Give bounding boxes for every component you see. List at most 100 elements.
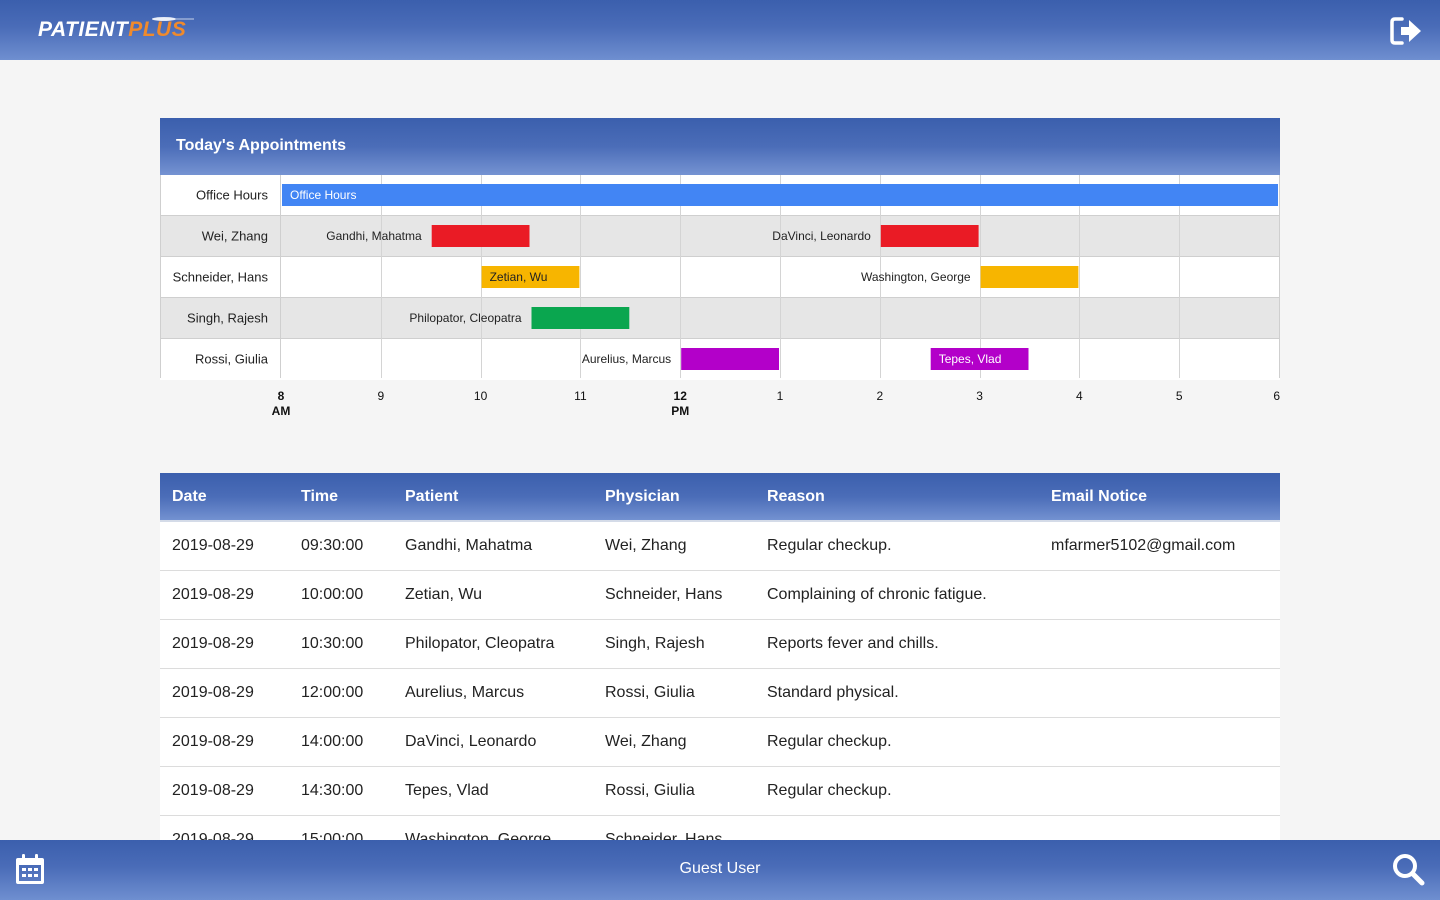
timeline-tick-label: 11 [574, 389, 587, 403]
cell-reason: Standard physical. [755, 668, 1039, 718]
appointment-bar[interactable] [880, 225, 979, 247]
appointment-bar-label: Office Hours [290, 188, 356, 202]
timeline-tick-label: 10 [474, 389, 488, 403]
appointments-table-container: Date Time Patient Physician Reason Email… [160, 473, 1280, 840]
cell-date: 2019-08-29 [160, 521, 289, 571]
cell-reason: Complaining of chronic fatigue. [755, 570, 1039, 620]
timeline-tick-label: 8 [278, 389, 285, 403]
column-header-patient[interactable]: Patient [393, 473, 593, 522]
table-row[interactable]: 2019-08-29 14:30:00 Tepes, Vlad Rossi, Giul… [160, 766, 1280, 816]
cell-email-notice [1039, 815, 1280, 840]
table-row[interactable]: 2019-08-29 15:00:00 Washington, George Schn… [160, 815, 1280, 840]
cell-reason [755, 815, 1039, 840]
bottom-navbar: Guest User [0, 840, 1440, 900]
column-header-physician[interactable]: Physician [593, 473, 755, 522]
appointments-timeline-chart: Office Hours Wei, Zhang Schneider, Hans Sin… [160, 175, 1280, 418]
timeline-row-label: Singh, Rajesh [187, 311, 268, 326]
cell-patient: Tepes, Vlad [393, 766, 593, 816]
cell-patient: Washington, George [393, 815, 593, 840]
cell-reason: Regular checkup. [755, 521, 1039, 571]
table-row[interactable]: 2019-08-29 10:00:00 Zetian, Wu Schneider, H… [160, 570, 1280, 620]
cell-date: 2019-08-29 [160, 619, 289, 669]
timeline-tick-meridiem: AM [272, 404, 291, 418]
timeline-tick-meridiem: PM [671, 404, 689, 418]
cell-patient: Aurelius, Marcus [393, 668, 593, 718]
cell-email-notice [1039, 766, 1280, 816]
appointment-bar-label: Aurelius, Marcus [582, 352, 671, 366]
cell-date: 2019-08-29 [160, 668, 289, 718]
appointment-bar-label: Tepes, Vlad [939, 352, 1002, 366]
appointment-bar-label: Philopator, Cleopatra [409, 311, 521, 325]
appointment-bar[interactable] [980, 266, 1079, 288]
cell-email-notice [1039, 619, 1280, 669]
column-header-reason[interactable]: Reason [755, 473, 1039, 522]
sign-out-icon[interactable] [1390, 16, 1424, 46]
table-row[interactable]: 2019-08-29 12:00:00 Aurelius, Marcus Rossi,… [160, 668, 1280, 718]
current-user-label: Guest User [679, 860, 761, 877]
cell-time: 10:30:00 [289, 619, 393, 669]
table-row[interactable]: 2019-08-29 09:30:00 Gandhi, Mahatma Wei, Zh… [160, 521, 1280, 571]
appointments-table: Date Time Patient Physician Reason Email… [160, 473, 1280, 840]
appointment-bar-label: Zetian, Wu [490, 270, 548, 284]
cell-reason: Regular checkup. [755, 766, 1039, 816]
card-title: Today's Appointments [176, 137, 347, 154]
search-icon[interactable] [1391, 852, 1425, 886]
cell-date: 2019-08-29 [160, 815, 289, 840]
appointment-bar[interactable] [282, 184, 1278, 206]
cell-email-notice: mfarmer5102@gmail.com [1039, 521, 1280, 571]
cell-time: 15:00:00 [289, 815, 393, 840]
appointment-bar[interactable] [531, 307, 630, 329]
cell-time: 14:30:00 [289, 766, 393, 816]
timeline-row-background [160, 257, 1280, 298]
timeline-row-label: Wei, Zhang [202, 229, 268, 244]
todays-appointments-card: Today's Appointments Office Hours Wei, Zh… [160, 118, 1280, 418]
top-navbar: PATIENTPLUS [0, 0, 1440, 60]
cell-physician: Singh, Rajesh [593, 619, 755, 669]
timeline-row-label: Office Hours [196, 188, 269, 203]
appointment-bar-label: DaVinci, Leonardo [772, 229, 871, 243]
timeline-row-label: Schneider, Hans [173, 270, 269, 285]
cell-reason: Reports fever and chills. [755, 619, 1039, 669]
timeline-tick-label: 5 [1176, 389, 1183, 403]
cell-reason: Regular checkup. [755, 717, 1039, 767]
logo-text-patient: PATIENT [38, 18, 129, 41]
column-header-email-notice[interactable]: Email Notice [1039, 473, 1280, 522]
column-header-date[interactable]: Date [160, 473, 289, 522]
timeline-tick-label: 12 [674, 389, 688, 403]
cell-time: 09:30:00 [289, 521, 393, 571]
timeline-tick-label: 3 [976, 389, 983, 403]
cell-physician: Schneider, Hans [593, 815, 755, 840]
cell-email-notice [1039, 717, 1280, 767]
appointment-bar[interactable] [431, 225, 530, 247]
cell-physician: Rossi, Giulia [593, 766, 755, 816]
appointment-bar-label: Washington, George [861, 270, 971, 284]
cell-email-notice [1039, 570, 1280, 620]
card-header: Today's Appointments [160, 118, 1280, 175]
logo-flare-graphic [152, 17, 194, 21]
cell-date: 2019-08-29 [160, 766, 289, 816]
cell-date: 2019-08-29 [160, 570, 289, 620]
cell-physician: Schneider, Hans [593, 570, 755, 620]
timeline-tick-label: 9 [377, 389, 384, 403]
appointment-bar[interactable] [681, 348, 779, 370]
table-header-row: Date Time Patient Physician Reason Email… [160, 473, 1280, 522]
cell-date: 2019-08-29 [160, 717, 289, 767]
cell-patient: Philopator, Cleopatra [393, 619, 593, 669]
table-row[interactable]: 2019-08-29 10:30:00 Philopator, Cleopatra S… [160, 619, 1280, 669]
cell-time: 12:00:00 [289, 668, 393, 718]
cell-patient: Zetian, Wu [393, 570, 593, 620]
timeline-tick-label: 1 [777, 389, 784, 403]
column-header-time[interactable]: Time [289, 473, 393, 522]
timeline-tick-label: 2 [876, 389, 883, 403]
table-row[interactable]: 2019-08-29 14:00:00 DaVinci, Leonardo Wei, … [160, 717, 1280, 767]
cell-time: 14:00:00 [289, 717, 393, 767]
appointment-bar-label: Gandhi, Mahatma [326, 229, 422, 243]
timeline-tick-label: 4 [1076, 389, 1083, 403]
cell-physician: Wei, Zhang [593, 717, 755, 767]
timeline-row-background [160, 298, 1280, 339]
cell-patient: Gandhi, Mahatma [393, 521, 593, 571]
timeline-row-label: Rossi, Giulia [195, 352, 269, 367]
cell-physician: Rossi, Giulia [593, 668, 755, 718]
timeline-tick-label: 6 [1273, 389, 1280, 403]
cell-time: 10:00:00 [289, 570, 393, 620]
